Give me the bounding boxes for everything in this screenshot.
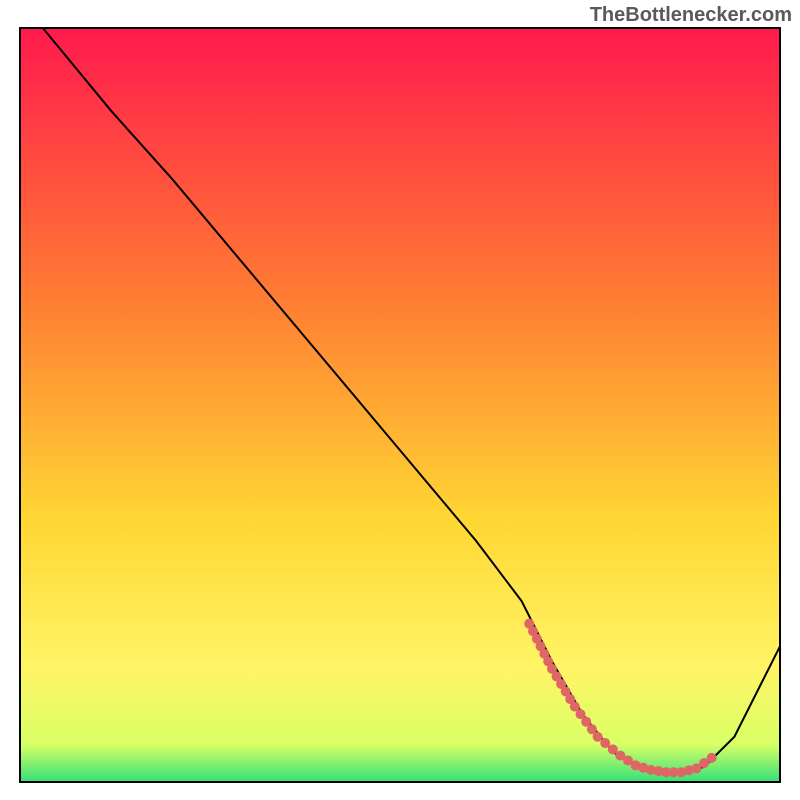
plot-background — [20, 28, 780, 782]
chart-svg — [0, 0, 800, 800]
watermark-text: TheBottlenecker.com — [590, 4, 792, 27]
chart-container: TheBottlenecker.com — [0, 0, 800, 800]
